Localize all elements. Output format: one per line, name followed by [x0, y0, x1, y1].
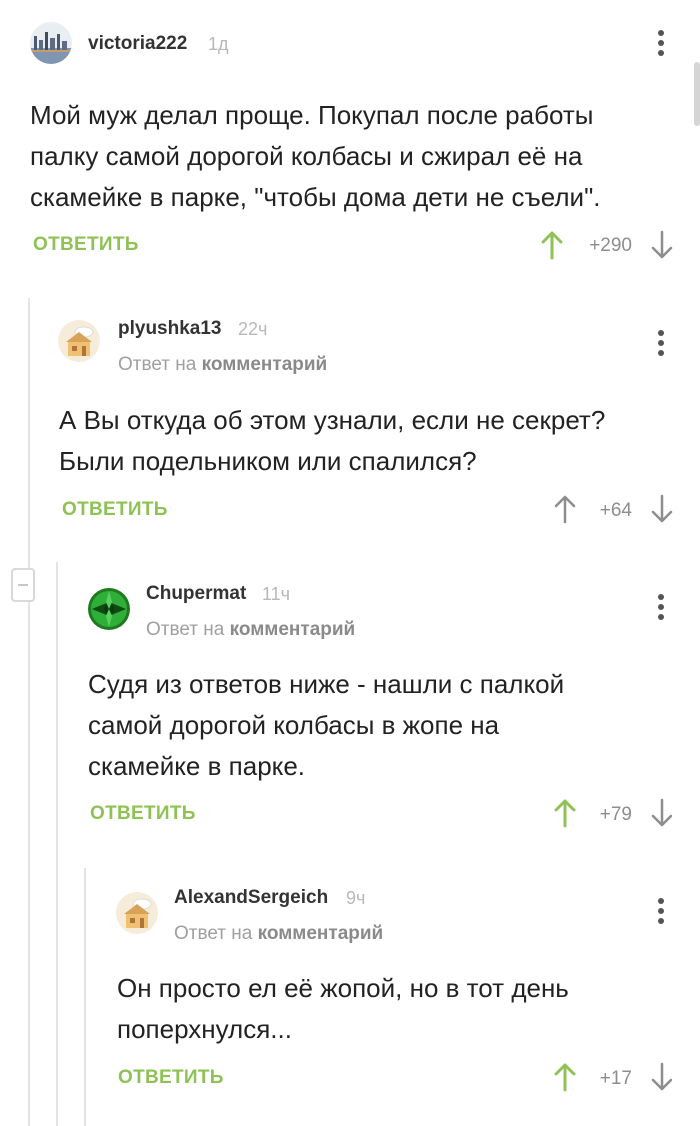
downvote-arrow-icon[interactable]	[650, 1062, 674, 1092]
upvote-arrow-icon[interactable]	[540, 230, 564, 260]
avatar[interactable]	[116, 892, 158, 934]
comment-text: Судя из ответов ниже - нашли с палкой са…	[88, 669, 565, 781]
reply-button[interactable]: ОТВЕТИТЬ	[62, 499, 168, 521]
house-cartoon-avatar-icon	[58, 320, 100, 362]
reply-button[interactable]: ОТВЕТИТЬ	[33, 234, 139, 256]
score: +17	[599, 1068, 632, 1089]
reply-button[interactable]: ОТВЕТИТЬ	[118, 1067, 224, 1089]
more-options-icon[interactable]	[656, 594, 666, 622]
username[interactable]: AlexandSergeich	[174, 887, 328, 909]
collapse-thread-button[interactable]	[11, 568, 35, 602]
more-options-icon[interactable]	[656, 898, 666, 926]
house-cartoon-avatar-icon	[116, 892, 158, 934]
username[interactable]: victoria222	[88, 33, 187, 55]
scrollbar[interactable]	[694, 62, 700, 126]
avatar[interactable]	[30, 22, 72, 64]
score: +79	[599, 804, 632, 825]
avatar[interactable]	[88, 588, 130, 630]
comment-text: А Вы откуда об этом узнали, если не секр…	[59, 405, 606, 476]
timestamp: 1д	[208, 34, 229, 54]
comment-text: Мой муж делал проще. Покупал после работ…	[30, 100, 601, 212]
reply-to-label: Ответ на комментарий	[146, 619, 356, 640]
reply-to-label: Ответ на комментарий	[174, 923, 384, 944]
score: +64	[599, 500, 632, 521]
reply-to-link[interactable]: комментарий	[230, 619, 356, 640]
username[interactable]: Chupermat	[146, 583, 246, 605]
thread-line	[84, 868, 86, 1126]
reply-button[interactable]: ОТВЕТИТЬ	[90, 803, 196, 825]
green-leaves-avatar-icon	[88, 588, 130, 630]
more-options-icon[interactable]	[656, 30, 666, 58]
timestamp: 22ч	[238, 319, 268, 339]
timestamp: 9ч	[346, 888, 366, 908]
downvote-arrow-icon[interactable]	[650, 494, 674, 524]
more-options-icon[interactable]	[656, 330, 666, 358]
thread-line	[56, 562, 58, 1126]
avatar[interactable]	[58, 320, 100, 362]
score: +290	[589, 235, 632, 256]
downvote-arrow-icon[interactable]	[650, 798, 674, 828]
downvote-arrow-icon[interactable]	[650, 230, 674, 260]
comment-text: Он просто ел её жопой, но в тот день поп…	[117, 973, 569, 1044]
reply-to-label: Ответ на комментарий	[118, 354, 328, 375]
reply-to-link[interactable]: комментарий	[258, 923, 384, 944]
city-skyline-avatar-icon	[30, 22, 72, 64]
thread-line	[28, 298, 30, 1126]
reply-to-link[interactable]: комментарий	[202, 354, 328, 375]
username[interactable]: plyushka13	[118, 318, 222, 340]
timestamp: 11ч	[262, 584, 291, 604]
